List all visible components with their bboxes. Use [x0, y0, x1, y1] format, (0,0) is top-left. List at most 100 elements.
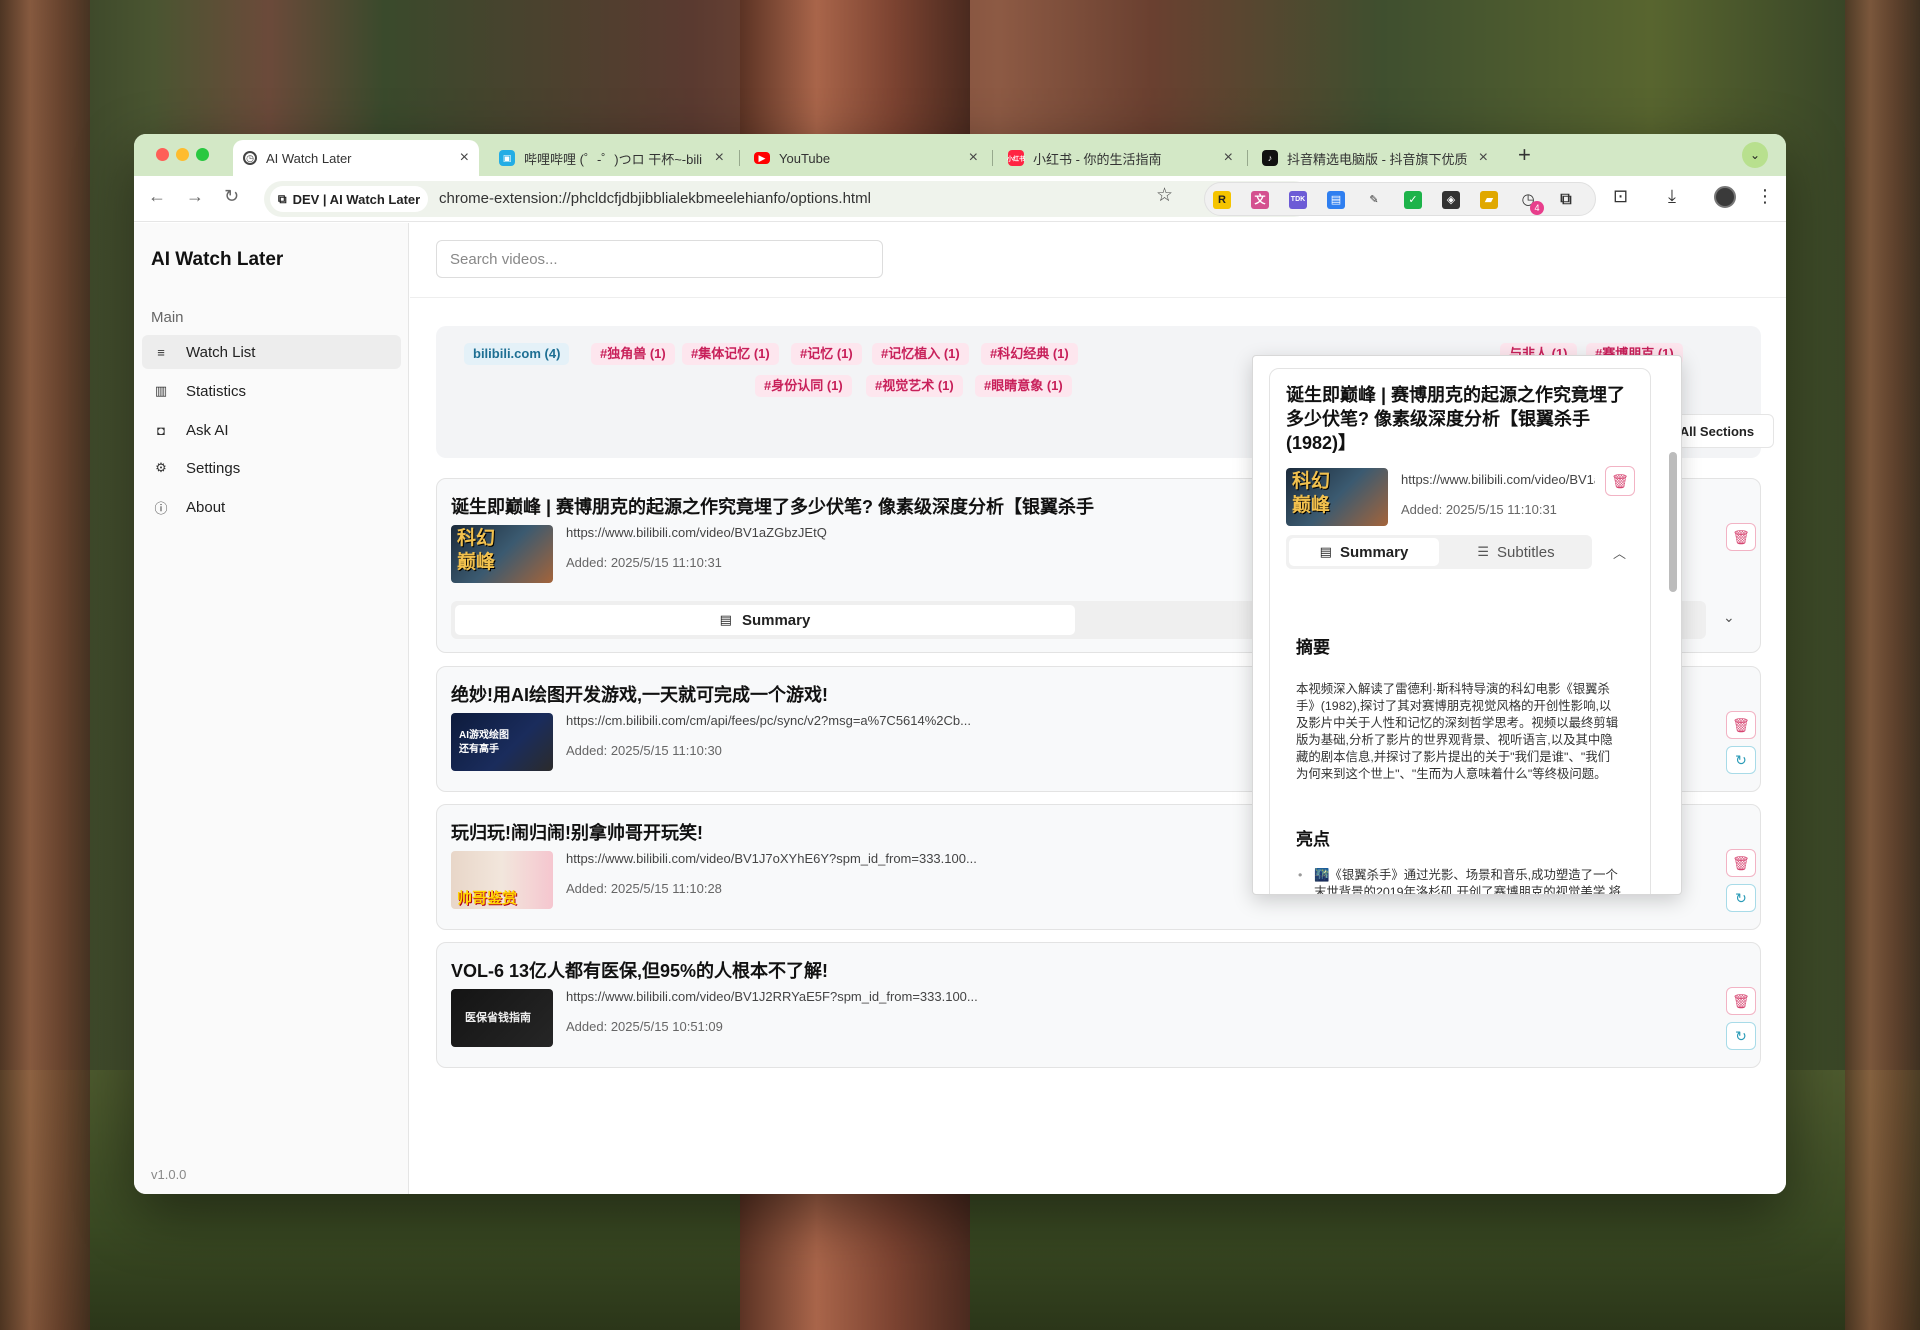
list-icon: ≡: [157, 344, 165, 360]
refresh-icon: ↻: [1735, 751, 1747, 768]
document-icon: ▤: [1319, 544, 1332, 559]
delete-button[interactable]: 🗑︎: [1726, 711, 1756, 739]
profile-avatar[interactable]: [1714, 186, 1736, 208]
search-input[interactable]: [436, 240, 883, 278]
site-info-chip[interactable]: ⧉ DEV | AI Watch Later: [270, 186, 429, 212]
header-divider: [410, 297, 1786, 298]
list-check-icon: ☰: [1477, 544, 1490, 559]
close-tab-icon[interactable]: ×: [1479, 149, 1488, 167]
more-menu-icon[interactable]: ⋮: [1756, 186, 1774, 207]
chevron-down-icon[interactable]: ⌄: [1723, 609, 1735, 626]
tag-chip[interactable]: #记忆 (1): [791, 343, 862, 365]
video-title[interactable]: 诞生即巅峰 | 赛博朋克的起源之作究竟埋了多少伏笔? 像素级深度分析【银翼杀手: [451, 493, 1094, 519]
zoom-window-button[interactable]: [196, 148, 209, 161]
tab-bilibili[interactable]: ▣ 哔哩哔哩 (゜-゜)つロ 干杯~-bili ×: [489, 140, 734, 176]
summary-heading: 摘要: [1296, 638, 1330, 657]
tab-strip: ◷ AI Watch Later × ▣ 哔哩哔哩 (゜-゜)つロ 干杯~-bi…: [134, 134, 1786, 176]
check-extension-icon[interactable]: ✓: [1404, 191, 1422, 209]
tab-summary[interactable]: ▤ Summary: [1289, 538, 1439, 566]
video-title[interactable]: 绝妙!用AI绘图开发游戏,一天就可完成一个游戏!: [451, 681, 828, 707]
video-added-date: Added: 2025/5/15 11:10:28: [566, 881, 722, 896]
extension-badge: 4: [1530, 201, 1544, 215]
xiaohongshu-icon: 小红书: [1007, 150, 1025, 166]
refresh-button[interactable]: ↻: [1726, 746, 1756, 774]
video-url[interactable]: https://www.bilibili.com/video/BV1J7oXYh…: [566, 851, 977, 866]
video-title[interactable]: VOL-6 13亿人都有医保,但95%的人根本不了解!: [451, 957, 828, 983]
close-tab-icon[interactable]: ×: [969, 149, 978, 167]
tag-chip[interactable]: #记忆植入 (1): [872, 343, 969, 365]
close-tab-icon[interactable]: ×: [715, 149, 724, 167]
tab-ai-watch-later[interactable]: ◷ AI Watch Later ×: [233, 140, 479, 176]
popup-video-title[interactable]: 诞生即巅峰 | 赛博朋克的起源之作究竟埋了多少伏笔? 像素级深度分析【银翼杀手(…: [1286, 383, 1626, 455]
delete-button[interactable]: 🗑︎: [1726, 523, 1756, 551]
trash-icon: 🗑︎: [1732, 992, 1750, 1009]
close-window-button[interactable]: [156, 148, 169, 161]
close-tab-icon[interactable]: ×: [460, 149, 469, 167]
tag-chip[interactable]: #科幻经典 (1): [981, 343, 1078, 365]
popup-video-thumbnail[interactable]: 科幻 巅峰: [1286, 468, 1388, 526]
video-url[interactable]: https://www.bilibili.com/video/BV1J2RRYa…: [566, 989, 978, 1004]
extensions-puzzle-icon[interactable]: ⧉: [1557, 191, 1575, 209]
video-card: VOL-6 13亿人都有医保,但95%的人根本不了解! 医保省钱指南 https…: [436, 942, 1761, 1068]
reader-extension-icon[interactable]: R: [1213, 191, 1231, 209]
video-added-date: Added: 2025/5/15 10:51:09: [566, 1019, 723, 1034]
video-title[interactable]: 玩归玩!闹归闹!别拿帅哥开玩笑!: [451, 819, 703, 845]
url-text[interactable]: chrome-extension://phcldcfjdbjibblialekb…: [439, 190, 871, 207]
sidebar-item-about[interactable]: ⓘ About: [142, 490, 401, 524]
file-extension-icon[interactable]: ▤: [1327, 191, 1345, 209]
tag-chip[interactable]: #眼睛意象 (1): [975, 375, 1072, 397]
translate-extension-icon[interactable]: 文: [1251, 191, 1269, 209]
popup-scrollbar[interactable]: [1669, 452, 1677, 592]
new-tab-button[interactable]: +: [1518, 142, 1531, 168]
tab-search-chevron-icon[interactable]: ⌄: [1742, 142, 1768, 168]
reload-icon[interactable]: ↻: [224, 186, 239, 207]
popup-delete-button[interactable]: 🗑︎: [1605, 466, 1635, 496]
video-url[interactable]: https://cm.bilibili.com/cm/api/fees/pc/s…: [566, 713, 971, 728]
trash-icon: 🗑︎: [1732, 528, 1750, 545]
trash-icon: 🗑︎: [1611, 472, 1629, 489]
browser-toolbar: ← → ↻ ⧉ DEV | AI Watch Later chrome-exte…: [134, 176, 1786, 222]
sidebar-item-settings[interactable]: ⚙ Settings: [142, 451, 401, 485]
delete-button[interactable]: 🗑︎: [1726, 987, 1756, 1015]
download-icon[interactable]: ⤓: [1668, 186, 1676, 207]
tag-chip[interactable]: #独角兽 (1): [591, 343, 675, 365]
sidebar-item-watch-list[interactable]: ≡ Watch List: [142, 335, 401, 369]
clock-icon: ◷: [243, 151, 257, 165]
trash-icon: 🗑︎: [1732, 854, 1750, 871]
tag-chip[interactable]: bilibili.com (4): [464, 343, 570, 365]
minimize-window-button[interactable]: [176, 148, 189, 161]
tag-chip[interactable]: #集体记忆 (1): [682, 343, 779, 365]
video-thumbnail[interactable]: 科幻 巅峰: [451, 525, 553, 583]
tab-youtube[interactable]: ▶ YouTube ×: [744, 140, 988, 176]
video-thumbnail[interactable]: 帅哥鉴赏: [451, 851, 553, 909]
back-arrow-icon[interactable]: ←: [148, 186, 166, 207]
pen-extension-icon[interactable]: ✎: [1365, 191, 1383, 209]
address-bar[interactable]: ⧉ DEV | AI Watch Later chrome-extension:…: [264, 181, 1312, 217]
video-thumbnail[interactable]: AI游戏绘图 还有高手: [451, 713, 553, 771]
tag-chip[interactable]: #身份认同 (1): [755, 375, 852, 397]
tab-xiaohongshu[interactable]: 小红书 小红书 - 你的生活指南 ×: [998, 140, 1243, 176]
refresh-button[interactable]: ↻: [1726, 884, 1756, 912]
tag-chip[interactable]: #视觉艺术 (1): [866, 375, 963, 397]
close-tab-icon[interactable]: ×: [1224, 149, 1233, 167]
folder-extension-icon[interactable]: ▰: [1480, 191, 1498, 209]
forward-arrow-icon[interactable]: →: [186, 186, 204, 207]
screenshot-icon[interactable]: ⊡: [1613, 186, 1628, 207]
tab-douyin[interactable]: ♪ 抖音精选电脑版 - 抖音旗下优质 ×: [1252, 140, 1498, 176]
sidebar-item-ask-ai[interactable]: ◘ Ask AI: [142, 413, 401, 447]
chevron-up-icon[interactable]: ︿: [1613, 543, 1626, 562]
tab-subtitles[interactable]: ☰ Subtitles: [1446, 538, 1586, 566]
delete-button[interactable]: 🗑︎: [1726, 849, 1756, 877]
sidebar-item-statistics[interactable]: ▥ Statistics: [142, 374, 401, 408]
tab-summary[interactable]: ▤ Summary: [455, 605, 1075, 635]
extensions-bar: R 文 TDK ▤ ✎ ✓ ◈ ▰ ◷ 4 ⧉: [1204, 182, 1596, 216]
tdk-extension-icon[interactable]: TDK: [1289, 191, 1307, 209]
popup-added-date: Added: 2025/5/15 11:10:31: [1401, 502, 1557, 517]
video-thumbnail[interactable]: 医保省钱指南: [451, 989, 553, 1047]
popup-video-url[interactable]: https://www.bilibili.com/video/BV1aZGbzJ…: [1401, 472, 1595, 487]
refresh-button[interactable]: ↻: [1726, 1022, 1756, 1050]
version-label: v1.0.0: [151, 1167, 187, 1182]
cube-extension-icon[interactable]: ◈: [1442, 191, 1460, 209]
video-url[interactable]: https://www.bilibili.com/video/BV1aZGbzJ…: [566, 525, 827, 540]
gear-icon: ⚙: [155, 460, 167, 475]
